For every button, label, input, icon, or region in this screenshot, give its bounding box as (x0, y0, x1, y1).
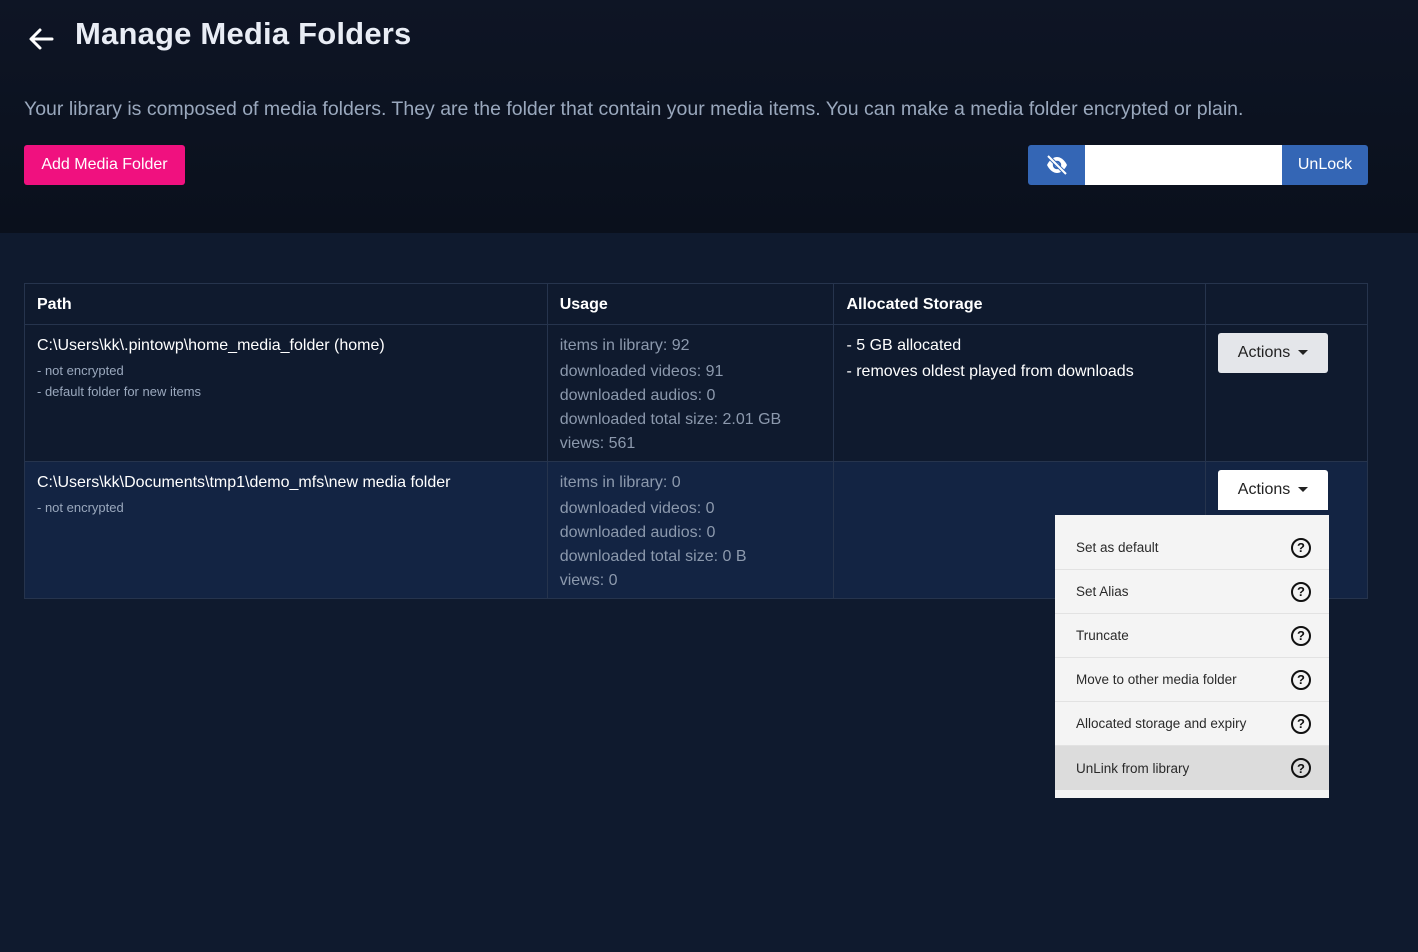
menu-item-set-as-default[interactable]: Set as default ? (1055, 526, 1329, 570)
column-header-path: Path (24, 283, 548, 325)
folder-note: - not encrypted (37, 363, 124, 378)
actions-dropdown-button[interactable]: Actions (1218, 470, 1329, 510)
actions-label: Actions (1237, 344, 1291, 361)
menu-item-label: Truncate (1076, 628, 1129, 643)
allocated-storage-cell: - 5 GB allocated - removes oldest played… (833, 324, 1207, 462)
folder-note: - default folder for new items (37, 384, 202, 399)
usage-cell: items in library: 0 downloaded videos: 0… (546, 461, 835, 599)
menu-item-move-to-other-folder[interactable]: Move to other media folder ? (1055, 658, 1329, 702)
column-header-actions (1205, 283, 1368, 325)
usage-videos: downloaded videos: 0 (559, 500, 715, 517)
usage-total-size: downloaded total size: 2.01 GB (559, 411, 782, 428)
usage-items: items in library: 92 (559, 337, 690, 354)
usage-audios: downloaded audios: 0 (559, 524, 716, 541)
allocated-line: - 5 GB allocated (846, 337, 962, 354)
password-input[interactable] (1085, 145, 1282, 185)
folder-path: C:\Users\kk\.pintowp\home_media_folder (… (37, 337, 385, 354)
caret-down-icon (1298, 486, 1309, 492)
page-description: Your library is composed of media folder… (24, 98, 1244, 120)
caret-down-icon (1298, 349, 1309, 355)
help-circle-icon[interactable]: ? (1291, 713, 1311, 734)
back-arrow-icon[interactable] (26, 24, 56, 54)
usage-views: views: 0 (559, 572, 618, 589)
actions-cell: Actions (1205, 324, 1368, 462)
actions-label: Actions (1237, 481, 1291, 498)
table-header-row: Path Usage Allocated Storage (24, 283, 1368, 325)
table-row: C:\Users\kk\.pintowp\home_media_folder (… (24, 324, 1368, 462)
actions-dropdown-menu: Set as default ? Set Alias ? Truncate ? … (1055, 515, 1329, 798)
help-circle-icon[interactable]: ? (1291, 537, 1311, 558)
add-media-folder-button[interactable]: Add Media Folder (24, 145, 185, 185)
help-circle-icon[interactable]: ? (1291, 758, 1311, 778)
path-cell: C:\Users\kk\Documents\tmp1\demo_mfs\new … (24, 461, 548, 599)
path-cell: C:\Users\kk\.pintowp\home_media_folder (… (24, 324, 548, 462)
page-title: Manage Media Folders (75, 16, 412, 51)
allocated-line: - removes oldest played from downloads (846, 363, 1134, 380)
usage-audios: downloaded audios: 0 (559, 387, 716, 404)
help-circle-icon[interactable]: ? (1291, 669, 1311, 690)
menu-item-truncate[interactable]: Truncate ? (1055, 614, 1329, 658)
usage-views: views: 561 (559, 435, 636, 452)
toggle-password-visibility-button[interactable] (1028, 145, 1085, 185)
usage-cell: items in library: 92 downloaded videos: … (546, 324, 835, 462)
column-header-usage: Usage (546, 283, 835, 325)
usage-videos: downloaded videos: 91 (559, 363, 724, 380)
eye-slash-icon (1046, 155, 1067, 175)
usage-total-size: downloaded total size: 0 B (559, 548, 747, 565)
help-circle-icon[interactable]: ? (1291, 581, 1311, 602)
folder-note: - not encrypted (37, 500, 124, 515)
folder-path: C:\Users\kk\Documents\tmp1\demo_mfs\new … (37, 474, 451, 491)
actions-dropdown-button[interactable]: Actions (1218, 333, 1329, 373)
usage-items: items in library: 0 (559, 474, 681, 491)
page-header: Manage Media Folders Your library is com… (0, 0, 1418, 233)
menu-item-label: Set as default (1076, 540, 1159, 555)
menu-item-allocated-storage[interactable]: Allocated storage and expiry ? (1055, 702, 1329, 746)
menu-item-label: Move to other media folder (1076, 672, 1237, 687)
menu-item-set-alias[interactable]: Set Alias ? (1055, 570, 1329, 614)
unlock-group: UnLock (1028, 145, 1368, 185)
menu-item-unlink-from-library[interactable]: UnLink from library ? (1055, 746, 1329, 790)
menu-item-label: Allocated storage and expiry (1076, 716, 1247, 731)
help-circle-icon[interactable]: ? (1291, 625, 1311, 646)
menu-item-label: Set Alias (1076, 584, 1129, 599)
menu-item-label: UnLink from library (1076, 760, 1190, 776)
column-header-allocated-storage: Allocated Storage (833, 283, 1207, 325)
unlock-button[interactable]: UnLock (1282, 145, 1368, 185)
